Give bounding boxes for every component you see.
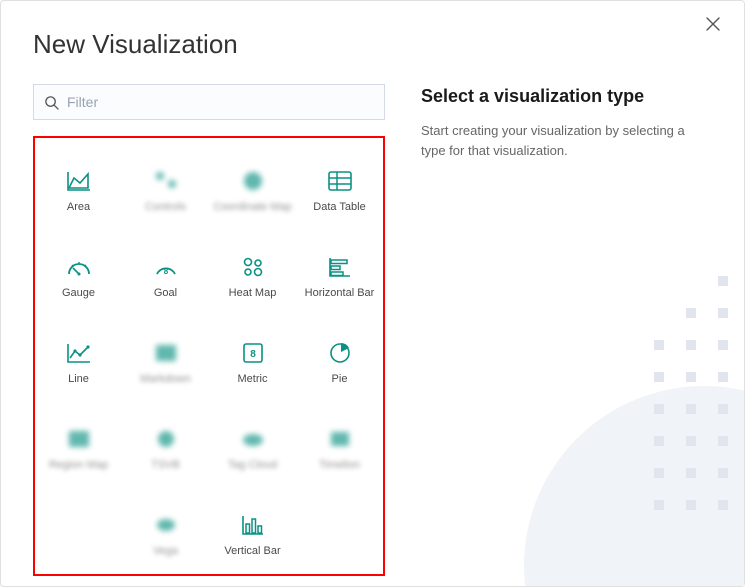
visualization-grid: Area Controls Coordinate Map bbox=[33, 136, 385, 576]
markdown-icon bbox=[152, 339, 180, 367]
viz-label: Coordinate Map bbox=[213, 201, 291, 214]
viz-item-timelion[interactable]: Timelion bbox=[296, 406, 383, 492]
viz-label: Data Table bbox=[313, 201, 365, 214]
data-table-icon bbox=[326, 167, 354, 195]
viz-label: Heat Map bbox=[229, 287, 277, 300]
line-chart-icon bbox=[65, 339, 93, 367]
filter-search-box[interactable] bbox=[33, 84, 385, 120]
modal-title: New Visualization bbox=[33, 29, 712, 60]
close-icon bbox=[706, 17, 720, 31]
viz-label: Goal bbox=[154, 287, 177, 300]
viz-item-coordinate-map[interactable]: Coordinate Map bbox=[209, 148, 296, 234]
right-panel-desc: Start creating your visualization by sel… bbox=[421, 121, 712, 161]
viz-item-tag-cloud[interactable]: Tag Cloud bbox=[209, 406, 296, 492]
timelion-icon bbox=[326, 425, 354, 453]
svg-text:8: 8 bbox=[163, 267, 168, 276]
svg-text:8: 8 bbox=[250, 349, 256, 360]
viz-item-gauge[interactable]: Gauge bbox=[35, 234, 122, 320]
viz-item-markdown[interactable]: Markdown bbox=[122, 320, 209, 406]
left-column: Area Controls Coordinate Map bbox=[33, 84, 385, 576]
vertical-bar-icon bbox=[239, 511, 267, 539]
viz-item-vertical-bar[interactable]: Vertical Bar bbox=[209, 492, 296, 578]
viz-item-line[interactable]: Line bbox=[35, 320, 122, 406]
viz-item-controls[interactable]: Controls bbox=[122, 148, 209, 234]
vega-icon bbox=[152, 511, 180, 539]
viz-label: TSVB bbox=[151, 459, 180, 472]
viz-item-pie[interactable]: Pie bbox=[296, 320, 383, 406]
viz-label: Vertical Bar bbox=[224, 545, 280, 558]
viz-label: Region Map bbox=[49, 459, 108, 472]
search-icon bbox=[44, 95, 59, 110]
viz-item-tsvb[interactable]: TSVB bbox=[122, 406, 209, 492]
viz-label: Vega bbox=[153, 545, 178, 558]
tag-cloud-icon bbox=[239, 425, 267, 453]
viz-label: Controls bbox=[145, 201, 186, 214]
viz-item-data-table[interactable]: Data Table bbox=[296, 148, 383, 234]
viz-item-area[interactable]: Area bbox=[35, 148, 122, 234]
viz-label: Area bbox=[67, 201, 90, 214]
viz-label: Line bbox=[68, 373, 89, 386]
pie-chart-icon bbox=[326, 339, 354, 367]
right-column: Select a visualization type Start creati… bbox=[421, 84, 712, 576]
coordinate-map-icon bbox=[239, 167, 267, 195]
modal-content: Area Controls Coordinate Map bbox=[33, 84, 712, 576]
horizontal-bar-icon bbox=[326, 253, 354, 281]
viz-label: Horizontal Bar bbox=[305, 287, 375, 300]
heat-map-icon bbox=[239, 253, 267, 281]
gauge-icon bbox=[65, 253, 93, 281]
viz-item-vega[interactable]: Vega bbox=[122, 492, 209, 578]
viz-label: Markdown bbox=[140, 373, 191, 386]
goal-icon: 8 bbox=[152, 253, 180, 281]
filter-input[interactable] bbox=[67, 94, 374, 110]
viz-item-heat-map[interactable]: Heat Map bbox=[209, 234, 296, 320]
viz-item-metric[interactable]: 8 Metric bbox=[209, 320, 296, 406]
viz-item-horizontal-bar[interactable]: Horizontal Bar bbox=[296, 234, 383, 320]
viz-label: Timelion bbox=[319, 459, 360, 472]
viz-label: Tag Cloud bbox=[228, 459, 278, 472]
viz-item-goal[interactable]: 8 Goal bbox=[122, 234, 209, 320]
metric-icon: 8 bbox=[239, 339, 267, 367]
close-button[interactable] bbox=[706, 17, 726, 37]
viz-label: Gauge bbox=[62, 287, 95, 300]
controls-icon bbox=[152, 167, 180, 195]
region-map-icon bbox=[65, 425, 93, 453]
area-chart-icon bbox=[65, 167, 93, 195]
tsvb-icon bbox=[152, 425, 180, 453]
viz-label: Metric bbox=[238, 373, 268, 386]
right-panel-title: Select a visualization type bbox=[421, 86, 712, 107]
viz-label: Pie bbox=[332, 373, 348, 386]
new-visualization-modal: New Visualization Area bbox=[0, 0, 745, 587]
viz-item-region-map[interactable]: Region Map bbox=[35, 406, 122, 492]
